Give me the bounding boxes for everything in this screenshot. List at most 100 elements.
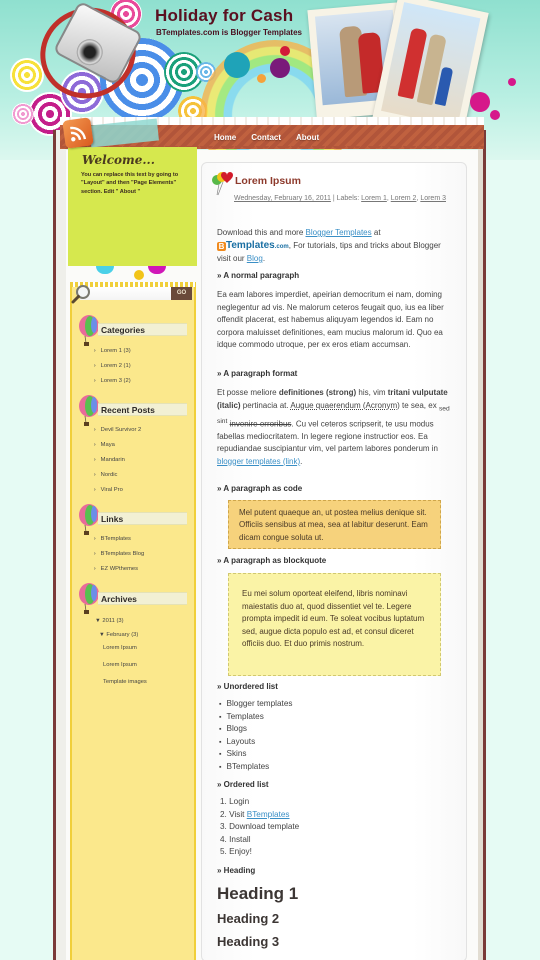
welcome-text: You can replace this text by going to "L… bbox=[81, 172, 179, 195]
chevron-right-icon: › bbox=[94, 427, 96, 433]
ordered-list: 1. Login 2. Visit BTemplates 3. Download… bbox=[220, 797, 299, 860]
format-paragraph: Et posse meliore definitiones (strong) h… bbox=[217, 388, 450, 466]
heading-3: Heading 3 bbox=[217, 934, 280, 949]
archive-month[interactable]: ▼ February (3) bbox=[99, 632, 138, 638]
list-item: Blogger templates bbox=[219, 699, 292, 712]
search-input[interactable] bbox=[80, 287, 171, 300]
welcome-title: Welcome... bbox=[82, 153, 155, 167]
recent-post-item[interactable]: › Mandarin bbox=[94, 453, 141, 468]
list-item: 5. Enjoy! bbox=[220, 847, 252, 856]
site-title[interactable]: Holiday for Cash bbox=[155, 6, 293, 26]
category-item[interactable]: › Lorem 2 (1) bbox=[94, 359, 131, 374]
archive-year-label[interactable]: 2011 bbox=[102, 618, 114, 624]
recent-post-item[interactable]: › Maya bbox=[94, 438, 141, 453]
acronym: Augue quaerendum (Acronym) bbox=[290, 400, 400, 410]
archive-post-link[interactable]: Lorem Ipsum bbox=[103, 662, 137, 668]
section-heading-format: » A paragraph format bbox=[217, 369, 298, 378]
label-link[interactable]: Lorem 1 bbox=[361, 195, 387, 202]
list-item: BTemplates bbox=[219, 762, 292, 775]
post-meta: Wednesday, February 16, 2011 | Labels: L… bbox=[234, 195, 446, 202]
chevron-right-icon: › bbox=[94, 457, 96, 463]
archive-post-link[interactable]: Template images bbox=[103, 679, 147, 685]
recent-post-item[interactable]: › Devil Survivor 2 bbox=[94, 423, 141, 438]
rss-icon bbox=[70, 126, 87, 142]
paint-splash bbox=[470, 92, 490, 112]
section-heading-unordered: » Unordered list bbox=[217, 682, 278, 691]
chevron-right-icon: › bbox=[94, 442, 96, 448]
chevron-right-icon: › bbox=[94, 348, 96, 354]
balloon-icon bbox=[79, 315, 99, 346]
sidebar bbox=[70, 282, 196, 960]
chevron-right-icon: › bbox=[94, 566, 96, 572]
section-heading-ordered: » Ordered list bbox=[217, 780, 269, 789]
main-nav: Home Contact About bbox=[214, 133, 319, 142]
decor-dot bbox=[257, 74, 266, 83]
label-link[interactable]: Lorem 2 bbox=[391, 195, 417, 202]
decor-circle bbox=[12, 103, 34, 125]
paint-dot bbox=[134, 270, 144, 280]
post-intro: Download this and more Blogger Templates… bbox=[217, 228, 441, 263]
link-item[interactable]: › BTemplates bbox=[94, 532, 144, 547]
triangle-down-icon[interactable]: ▼ bbox=[99, 632, 105, 638]
decor-dot bbox=[270, 58, 290, 78]
archives-heading: Archives bbox=[98, 592, 187, 605]
recent-post-item[interactable]: › Viral Pro bbox=[94, 483, 141, 498]
site-subtitle: BTemplates.com is Blogger Templates bbox=[156, 28, 302, 37]
triangle-down-icon[interactable]: ▼ bbox=[95, 618, 101, 624]
section-heading-heading: » Heading bbox=[217, 866, 256, 875]
balloons-icon bbox=[212, 172, 233, 196]
chevron-right-icon: › bbox=[94, 472, 96, 478]
btemplates-logo[interactable]: B Templates.com bbox=[217, 240, 289, 251]
heading-1: Heading 1 bbox=[217, 884, 299, 903]
btemplates-b-icon: B bbox=[217, 241, 226, 251]
decor-circle bbox=[10, 58, 44, 92]
rss-feed-button[interactable] bbox=[62, 117, 94, 149]
post-date[interactable]: Wednesday, February 16, 2011 bbox=[234, 195, 331, 202]
unordered-list: Blogger templates Templates Blogs Layout… bbox=[219, 699, 292, 774]
category-item[interactable]: › Lorem 1 (3) bbox=[94, 344, 131, 359]
list-item: 3. Download template bbox=[220, 822, 300, 831]
categories-list: › Lorem 1 (3) › Lorem 2 (1) › Lorem 3 (2) bbox=[94, 344, 131, 389]
archive-post-link[interactable]: Lorem Ipsum bbox=[103, 645, 137, 651]
blockquote: Eu mei solum oporteat eleifend, libris n… bbox=[228, 573, 441, 676]
section-heading-blockquote: » A paragraph as blockquote bbox=[217, 556, 327, 565]
category-item[interactable]: › Lorem 3 (2) bbox=[94, 374, 131, 389]
frame-inner-left bbox=[56, 130, 66, 960]
link-item[interactable]: › BTemplates Blog bbox=[94, 547, 144, 562]
categories-heading: Categories bbox=[98, 323, 187, 336]
chevron-right-icon: › bbox=[94, 487, 96, 493]
list-item: Layouts bbox=[219, 737, 292, 750]
label-link[interactable]: Lorem 3 bbox=[420, 195, 446, 202]
decor-dot bbox=[224, 52, 250, 78]
recent-posts-heading: Recent Posts bbox=[98, 403, 187, 416]
btemplates-link[interactable]: BTemplates bbox=[247, 810, 290, 819]
paint-splash bbox=[490, 110, 500, 120]
archive-year[interactable]: ▼ 2011 (3) bbox=[95, 618, 124, 624]
nav-about[interactable]: About bbox=[296, 133, 319, 142]
list-item: 1. Login bbox=[220, 797, 250, 806]
list-item: 2. Visit BTemplates bbox=[220, 809, 290, 819]
search-go-button[interactable]: GO bbox=[171, 287, 192, 300]
blog-link[interactable]: Blog bbox=[247, 254, 263, 263]
balloon-icon bbox=[79, 583, 99, 614]
links-list: › BTemplates › BTemplates Blog › EZ WPtheme… bbox=[94, 532, 144, 577]
frame-border-right bbox=[483, 130, 486, 960]
list-item: 4. Install bbox=[220, 834, 251, 844]
section-heading-code: » A paragraph as code bbox=[217, 484, 303, 493]
heading-2: Heading 2 bbox=[217, 911, 280, 926]
nav-contact[interactable]: Contact bbox=[251, 133, 281, 142]
chevron-right-icon: › bbox=[94, 363, 96, 369]
decor-dot bbox=[280, 46, 290, 56]
list-item: Templates bbox=[219, 712, 292, 725]
archive-month-label[interactable]: February bbox=[106, 632, 129, 638]
recent-post-item[interactable]: › Nordic bbox=[94, 468, 141, 483]
section-heading-normal: » A normal paragraph bbox=[217, 271, 300, 280]
link-item[interactable]: › EZ WPthemes bbox=[94, 562, 144, 577]
normal-paragraph: Ea eam labores imperdiet, apeirian democ… bbox=[217, 290, 444, 349]
chevron-right-icon: › bbox=[94, 551, 96, 557]
blogger-templates-link-2[interactable]: blogger templates (link) bbox=[217, 457, 300, 466]
nav-home[interactable]: Home bbox=[214, 133, 236, 142]
post-title[interactable]: Lorem Ipsum bbox=[235, 175, 301, 187]
list-item: Blogs bbox=[219, 724, 292, 737]
blogger-templates-link[interactable]: Blogger Templates bbox=[306, 228, 372, 237]
